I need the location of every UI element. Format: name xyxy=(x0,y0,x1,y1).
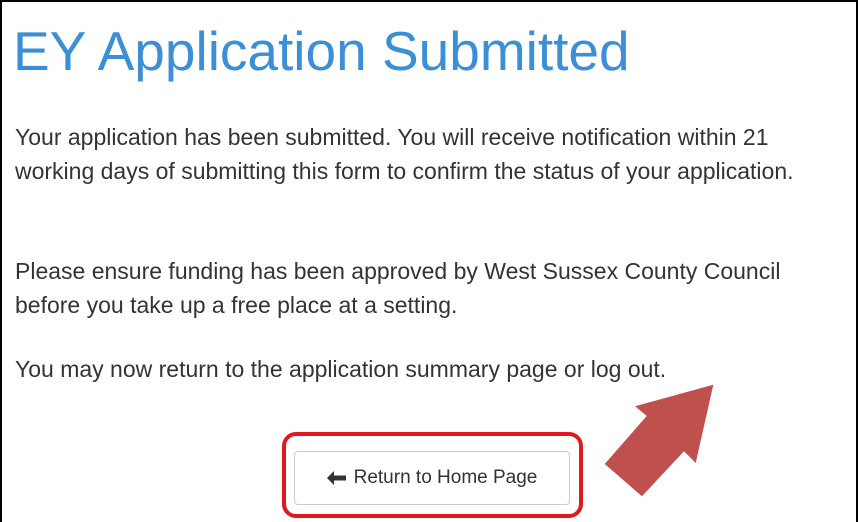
pointer-arrow-annotation xyxy=(603,383,715,497)
page-frame: EY Application Submitted Your applicatio… xyxy=(0,0,858,522)
next-steps-text: You may now return to the application su… xyxy=(15,356,667,382)
return-to-home-label: Return to Home Page xyxy=(353,467,538,488)
return-to-home-button[interactable]: Return to Home Page xyxy=(294,451,570,505)
submission-notice-text: Your application has been submitted. You… xyxy=(15,124,794,184)
page-title: EY Application Submitted xyxy=(13,20,630,82)
arrow-left-icon xyxy=(326,471,346,485)
funding-notice-text: Please ensure funding has been approved … xyxy=(15,258,781,318)
